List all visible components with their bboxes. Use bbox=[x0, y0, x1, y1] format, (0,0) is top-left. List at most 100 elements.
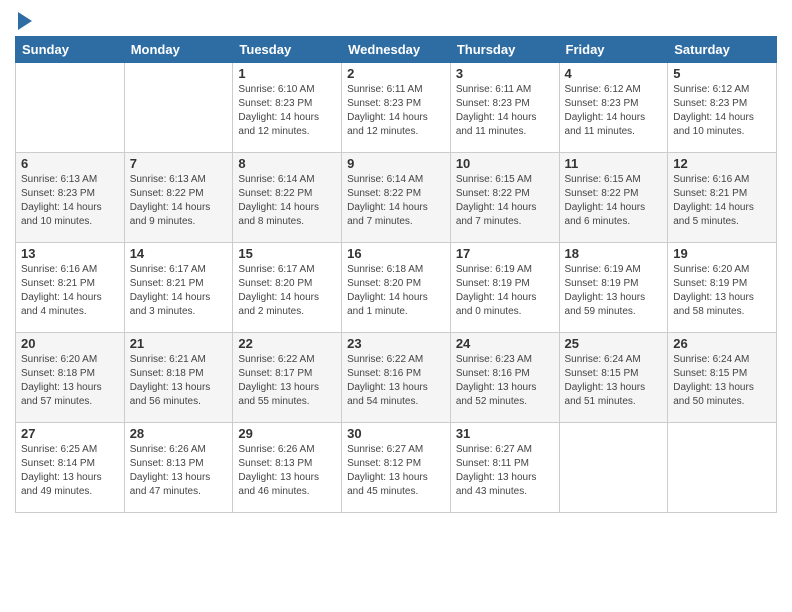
day-info: Sunrise: 6:15 AM Sunset: 8:22 PM Dayligh… bbox=[456, 173, 554, 229]
day-info: Sunrise: 6:19 AM Sunset: 8:19 PM Dayligh… bbox=[456, 263, 554, 319]
day-number: 13 bbox=[21, 246, 119, 261]
calendar-cell: 30 Sunrise: 6:27 AM Sunset: 8:12 PM Dayli… bbox=[342, 423, 451, 513]
calendar-cell: 11Sunrise: 6:15 AM Sunset: 8:22 PM Dayli… bbox=[559, 153, 668, 243]
day-number: 6 bbox=[21, 156, 119, 171]
calendar-cell: 27 Sunrise: 6:25 AM Sunset: 8:14 PM Dayli… bbox=[16, 423, 125, 513]
day-number: 20 bbox=[21, 336, 119, 351]
calendar-cell: 20 Sunrise: 6:20 AM Sunset: 8:18 PM Dayli… bbox=[16, 333, 125, 423]
day-info: Sunrise: 6:15 AM Sunset: 8:22 PM Dayligh… bbox=[565, 173, 663, 229]
calendar-cell: 28 Sunrise: 6:26 AM Sunset: 8:13 PM Dayli… bbox=[124, 423, 233, 513]
day-info: Sunrise: 6:27 AM Sunset: 8:12 PM Dayligh… bbox=[347, 443, 445, 499]
logo-arrow-icon bbox=[18, 12, 32, 30]
day-number: 29 bbox=[238, 426, 336, 441]
day-number: 8 bbox=[238, 156, 336, 171]
weekday-header-row: SundayMondayTuesdayWednesdayThursdayFrid… bbox=[16, 37, 777, 63]
day-number: 18 bbox=[565, 246, 663, 261]
calendar-cell: 13 Sunrise: 6:16 AM Sunset: 8:21 PM Dayli… bbox=[16, 243, 125, 333]
day-info: Sunrise: 6:16 AM Sunset: 8:21 PM Dayligh… bbox=[21, 263, 119, 319]
day-number: 26 bbox=[673, 336, 771, 351]
day-number: 4 bbox=[565, 66, 663, 81]
day-number: 15 bbox=[238, 246, 336, 261]
day-number: 9 bbox=[347, 156, 445, 171]
calendar-week-row: 20 Sunrise: 6:20 AM Sunset: 8:18 PM Dayli… bbox=[16, 333, 777, 423]
calendar-week-row: 13 Sunrise: 6:16 AM Sunset: 8:21 PM Dayli… bbox=[16, 243, 777, 333]
day-number: 31 bbox=[456, 426, 554, 441]
day-info: Sunrise: 6:27 AM Sunset: 8:11 PM Dayligh… bbox=[456, 443, 554, 499]
calendar-cell: 14Sunrise: 6:17 AM Sunset: 8:21 PM Dayli… bbox=[124, 243, 233, 333]
weekday-header-thursday: Thursday bbox=[450, 37, 559, 63]
day-info: Sunrise: 6:13 AM Sunset: 8:23 PM Dayligh… bbox=[21, 173, 119, 229]
calendar-cell: 24Sunrise: 6:23 AM Sunset: 8:16 PM Dayli… bbox=[450, 333, 559, 423]
weekday-header-sunday: Sunday bbox=[16, 37, 125, 63]
day-info: Sunrise: 6:26 AM Sunset: 8:13 PM Dayligh… bbox=[130, 443, 228, 499]
calendar-cell: 22 Sunrise: 6:22 AM Sunset: 8:17 PM Dayli… bbox=[233, 333, 342, 423]
day-number: 30 bbox=[347, 426, 445, 441]
logo-general-line bbox=[15, 10, 32, 30]
calendar-container: SundayMondayTuesdayWednesdayThursdayFrid… bbox=[0, 0, 792, 612]
calendar-cell: 15Sunrise: 6:17 AM Sunset: 8:20 PM Dayli… bbox=[233, 243, 342, 333]
calendar-cell: 18 Sunrise: 6:19 AM Sunset: 8:19 PM Dayli… bbox=[559, 243, 668, 333]
calendar-cell: 31 Sunrise: 6:27 AM Sunset: 8:11 PM Dayli… bbox=[450, 423, 559, 513]
weekday-header-saturday: Saturday bbox=[668, 37, 777, 63]
header bbox=[15, 10, 777, 30]
day-number: 23 bbox=[347, 336, 445, 351]
calendar-cell: 23 Sunrise: 6:22 AM Sunset: 8:16 PM Dayli… bbox=[342, 333, 451, 423]
day-number: 10 bbox=[456, 156, 554, 171]
calendar-cell: 5Sunrise: 6:12 AM Sunset: 8:23 PM Daylig… bbox=[668, 63, 777, 153]
day-info: Sunrise: 6:16 AM Sunset: 8:21 PM Dayligh… bbox=[673, 173, 771, 229]
day-info: Sunrise: 6:19 AM Sunset: 8:19 PM Dayligh… bbox=[565, 263, 663, 319]
day-info: Sunrise: 6:14 AM Sunset: 8:22 PM Dayligh… bbox=[238, 173, 336, 229]
day-info: Sunrise: 6:22 AM Sunset: 8:16 PM Dayligh… bbox=[347, 353, 445, 409]
day-number: 12 bbox=[673, 156, 771, 171]
calendar-cell bbox=[559, 423, 668, 513]
calendar-cell bbox=[16, 63, 125, 153]
day-number: 25 bbox=[565, 336, 663, 351]
calendar-table: SundayMondayTuesdayWednesdayThursdayFrid… bbox=[15, 36, 777, 513]
day-info: Sunrise: 6:20 AM Sunset: 8:19 PM Dayligh… bbox=[673, 263, 771, 319]
calendar-cell: 4 Sunrise: 6:12 AM Sunset: 8:23 PM Daylig… bbox=[559, 63, 668, 153]
day-info: Sunrise: 6:11 AM Sunset: 8:23 PM Dayligh… bbox=[456, 83, 554, 139]
day-number: 2 bbox=[347, 66, 445, 81]
day-info: Sunrise: 6:24 AM Sunset: 8:15 PM Dayligh… bbox=[673, 353, 771, 409]
calendar-cell: 6 Sunrise: 6:13 AM Sunset: 8:23 PM Daylig… bbox=[16, 153, 125, 243]
day-info: Sunrise: 6:12 AM Sunset: 8:23 PM Dayligh… bbox=[673, 83, 771, 139]
day-info: Sunrise: 6:14 AM Sunset: 8:22 PM Dayligh… bbox=[347, 173, 445, 229]
day-number: 7 bbox=[130, 156, 228, 171]
logo-text bbox=[15, 10, 32, 30]
calendar-cell: 17 Sunrise: 6:19 AM Sunset: 8:19 PM Dayli… bbox=[450, 243, 559, 333]
day-info: Sunrise: 6:23 AM Sunset: 8:16 PM Dayligh… bbox=[456, 353, 554, 409]
calendar-cell: 16Sunrise: 6:18 AM Sunset: 8:20 PM Dayli… bbox=[342, 243, 451, 333]
weekday-header-friday: Friday bbox=[559, 37, 668, 63]
calendar-cell: 21Sunrise: 6:21 AM Sunset: 8:18 PM Dayli… bbox=[124, 333, 233, 423]
day-info: Sunrise: 6:25 AM Sunset: 8:14 PM Dayligh… bbox=[21, 443, 119, 499]
calendar-cell: 29Sunrise: 6:26 AM Sunset: 8:13 PM Dayli… bbox=[233, 423, 342, 513]
calendar-cell bbox=[124, 63, 233, 153]
day-info: Sunrise: 6:17 AM Sunset: 8:21 PM Dayligh… bbox=[130, 263, 228, 319]
weekday-header-tuesday: Tuesday bbox=[233, 37, 342, 63]
calendar-cell: 7 Sunrise: 6:13 AM Sunset: 8:22 PM Daylig… bbox=[124, 153, 233, 243]
day-info: Sunrise: 6:20 AM Sunset: 8:18 PM Dayligh… bbox=[21, 353, 119, 409]
day-number: 1 bbox=[238, 66, 336, 81]
weekday-header-monday: Monday bbox=[124, 37, 233, 63]
calendar-cell: 2Sunrise: 6:11 AM Sunset: 8:23 PM Daylig… bbox=[342, 63, 451, 153]
day-info: Sunrise: 6:22 AM Sunset: 8:17 PM Dayligh… bbox=[238, 353, 336, 409]
calendar-cell: 9 Sunrise: 6:14 AM Sunset: 8:22 PM Daylig… bbox=[342, 153, 451, 243]
calendar-cell: 19Sunrise: 6:20 AM Sunset: 8:19 PM Dayli… bbox=[668, 243, 777, 333]
day-info: Sunrise: 6:13 AM Sunset: 8:22 PM Dayligh… bbox=[130, 173, 228, 229]
day-number: 17 bbox=[456, 246, 554, 261]
logo bbox=[15, 10, 32, 30]
day-number: 21 bbox=[130, 336, 228, 351]
day-number: 27 bbox=[21, 426, 119, 441]
calendar-cell: 12 Sunrise: 6:16 AM Sunset: 8:21 PM Dayli… bbox=[668, 153, 777, 243]
calendar-body: 1Sunrise: 6:10 AM Sunset: 8:23 PM Daylig… bbox=[16, 63, 777, 513]
calendar-cell: 26 Sunrise: 6:24 AM Sunset: 8:15 PM Dayli… bbox=[668, 333, 777, 423]
calendar-cell: 10 Sunrise: 6:15 AM Sunset: 8:22 PM Dayli… bbox=[450, 153, 559, 243]
day-number: 3 bbox=[456, 66, 554, 81]
day-number: 28 bbox=[130, 426, 228, 441]
calendar-week-row: 27 Sunrise: 6:25 AM Sunset: 8:14 PM Dayli… bbox=[16, 423, 777, 513]
day-info: Sunrise: 6:12 AM Sunset: 8:23 PM Dayligh… bbox=[565, 83, 663, 139]
calendar-week-row: 6 Sunrise: 6:13 AM Sunset: 8:23 PM Daylig… bbox=[16, 153, 777, 243]
calendar-cell bbox=[668, 423, 777, 513]
day-number: 22 bbox=[238, 336, 336, 351]
day-info: Sunrise: 6:18 AM Sunset: 8:20 PM Dayligh… bbox=[347, 263, 445, 319]
